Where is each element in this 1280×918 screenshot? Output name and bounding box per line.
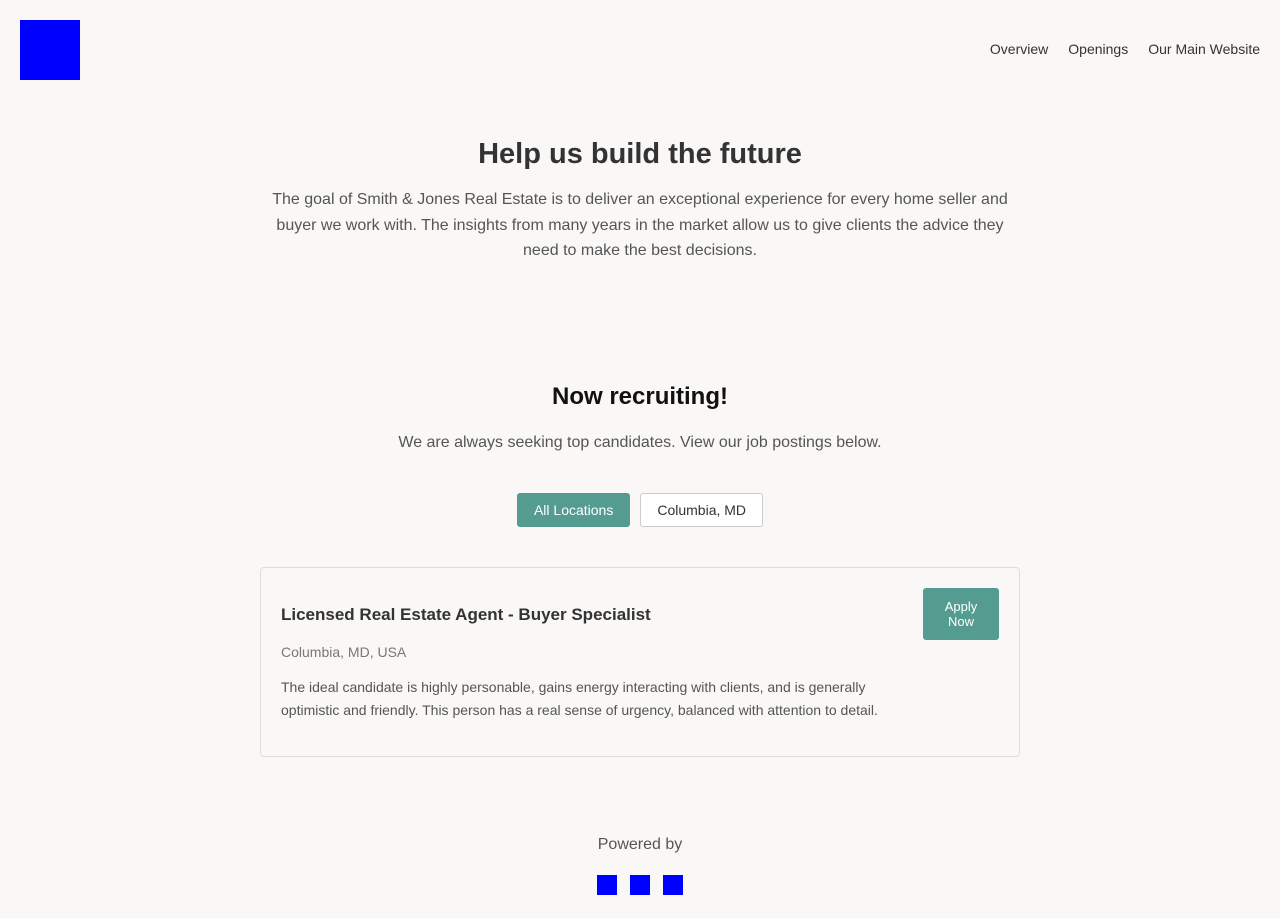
top-nav: Overview Openings Our Main Website	[990, 41, 1260, 57]
job-location: Columbia, MD, USA	[281, 644, 407, 660]
social-icon-1[interactable]	[597, 875, 617, 895]
location-filters: All Locations Columbia, MD	[0, 493, 1280, 527]
social-icon-2[interactable]	[630, 875, 650, 895]
recruiting-subtitle: We are always seeking top candidates. Vi…	[398, 434, 882, 451]
hero-title: Help us build the future	[478, 138, 802, 170]
nav-overview-link[interactable]: Overview	[990, 41, 1048, 57]
nav-openings-link[interactable]: Openings	[1068, 41, 1128, 57]
hero-description: The goal of Smith & Jones Real Estate is…	[272, 191, 1008, 259]
recruiting-section: Now recruiting! We are always seeking to…	[260, 380, 1020, 454]
nav-main-website-link[interactable]: Our Main Website	[1148, 41, 1260, 57]
job-title[interactable]: Licensed Real Estate Agent - Buyer Speci…	[281, 605, 651, 625]
hero-section: Help us build the future The goal of Smi…	[260, 135, 1020, 264]
header: Overview Openings Our Main Website	[0, 0, 1280, 100]
company-logo-icon[interactable]	[20, 20, 80, 80]
filter-columbia-md-button[interactable]: Columbia, MD	[640, 493, 764, 527]
powered-by-text: Powered by	[597, 836, 683, 853]
social-icon-3[interactable]	[663, 875, 683, 895]
job-card: Licensed Real Estate Agent - Buyer Speci…	[260, 567, 1020, 757]
apply-now-button[interactable]: Apply Now	[923, 588, 999, 640]
footer-icons	[0, 875, 1280, 895]
filter-all-locations-button[interactable]: All Locations	[516, 493, 631, 527]
job-description: The ideal candidate is highly personable…	[281, 679, 878, 718]
recruiting-title: Now recruiting!	[551, 383, 728, 410]
footer: Powered by	[0, 834, 1280, 895]
